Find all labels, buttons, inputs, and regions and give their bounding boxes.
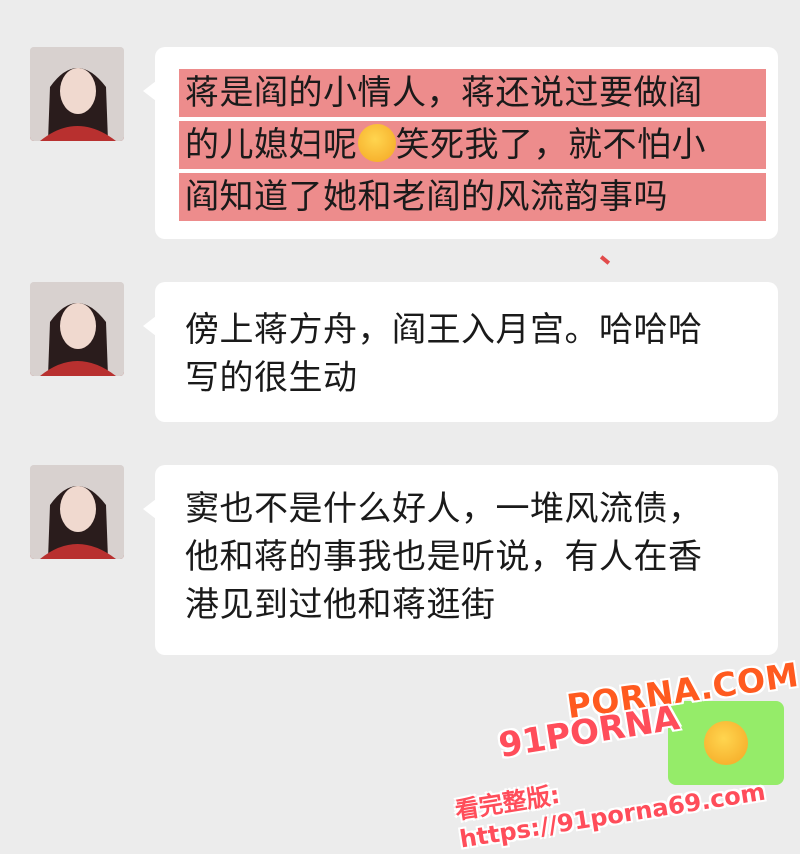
message-bubble[interactable]: 窦也不是什么好人，一堆风流债， 他和蒋的事我也是听说，有人在香 港见到过他和蒋逛…	[143, 465, 778, 655]
message-bubble[interactable]: 傍上蒋方舟，阎王入月宫。哈哈哈 写的很生动	[143, 282, 778, 422]
message-line: 写的很生动	[185, 358, 358, 398]
message-bubble[interactable]: 蒋是阎的小情人，蒋还说过要做阎 的儿媳妇呢 笑死我了，就不怕小 阎知道了她和老阎的…	[143, 47, 778, 239]
message-text: 蒋是阎的小情人，蒋还说过要做阎 的儿媳妇呢 笑死我了，就不怕小 阎知道了她和老阎的…	[179, 69, 766, 225]
highlighted-line: 的儿媳妇呢 笑死我了，就不怕小	[179, 121, 766, 169]
message-line: 窦也不是什么好人，一堆风流债，	[185, 489, 703, 529]
sender-avatar[interactable]	[30, 465, 124, 559]
sender-avatar[interactable]	[30, 47, 124, 141]
message-line: 他和蒋的事我也是听说，有人在香	[185, 537, 703, 577]
laughing-crying-emoji-icon	[357, 124, 396, 162]
highlighted-line: 蒋是阎的小情人，蒋还说过要做阎	[179, 69, 766, 117]
red-mark	[599, 255, 611, 265]
message-text: 窦也不是什么好人，一堆风流债， 他和蒋的事我也是听说，有人在香 港见到过他和蒋逛…	[185, 485, 750, 629]
highlighted-line: 阎知道了她和老阎的风流韵事吗	[179, 173, 766, 221]
sender-avatar[interactable]	[30, 282, 124, 376]
message-text: 傍上蒋方舟，阎王入月宫。哈哈哈 写的很生动	[185, 306, 750, 402]
message-line: 傍上蒋方舟，阎王入月宫。哈哈哈	[185, 310, 703, 350]
message-line: 港见到过他和蒋逛街	[185, 585, 496, 625]
